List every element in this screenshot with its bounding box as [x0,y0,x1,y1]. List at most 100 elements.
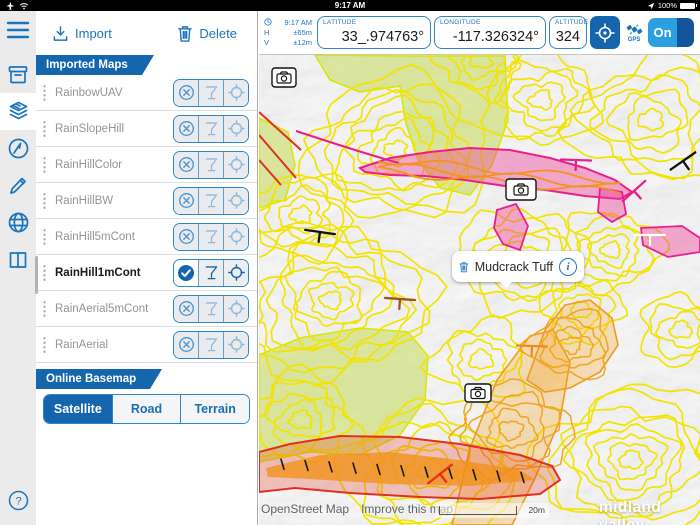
map-layer-row[interactable]: RainHill1mCont [36,255,257,291]
menu-button[interactable] [0,11,36,48]
battery-icon [680,3,695,9]
layer-controls [173,151,249,179]
drag-handle-icon[interactable] [43,156,46,173]
imported-maps-list: RainbowUAVRainSlopeHillRainHillColorRain… [36,75,257,363]
visibility-toggle-button[interactable] [174,224,198,250]
layer-controls [173,79,249,107]
delete-button[interactable]: Delete [177,25,237,42]
longitude-label: LONGITUDE [440,19,481,26]
camera-marker[interactable] [465,384,491,402]
map-layer-name: RainAerial [55,339,173,351]
visibility-toggle-button[interactable] [174,188,198,214]
map-canvas[interactable]: Mudcrack Tuff i OpenStreet Map Improve t… [259,55,700,525]
crosshair-icon [594,22,616,44]
visibility-toggle-button[interactable] [174,116,198,142]
sidebar-item-layers[interactable] [0,93,36,130]
zoom-to-layer-button[interactable] [223,224,248,250]
opacity-button[interactable] [198,260,223,286]
gps-satellite-icon [626,22,643,37]
gps-toggle-knob [677,18,694,47]
camera-marker[interactable] [272,68,296,87]
gps-toggle[interactable]: On [648,18,694,47]
import-label: Import [75,26,112,41]
callout-info-button[interactable]: i [559,258,577,276]
gps-time: 9:17 AM [284,18,312,28]
map-layer-row[interactable]: RainHillBW [36,183,257,219]
archive-box-icon [7,64,29,86]
sidebar-item-notes[interactable] [0,167,36,204]
panel-toolbar: Import Delete [36,11,257,55]
layer-controls [173,115,249,143]
opacity-button[interactable] [198,332,223,358]
basemap-option-terrain[interactable]: Terrain [180,395,249,423]
list-scrollbar[interactable] [35,256,38,294]
visibility-toggle-button[interactable] [174,332,198,358]
drag-handle-icon[interactable] [43,84,46,101]
layer-controls [173,331,249,359]
visibility-toggle-button[interactable] [174,296,198,322]
opacity-button[interactable] [198,80,223,106]
import-button[interactable]: Import [52,25,112,42]
basemap-option-satellite[interactable]: Satellite [44,395,112,423]
status-time: 9:17 AM [0,1,700,10]
drag-handle-icon[interactable] [43,264,46,281]
map-layer-name: RainSlopeHill [55,123,173,135]
midland-valley-watermark: midland valley [599,499,700,525]
basemap-option-road[interactable]: Road [112,395,181,423]
map-layer-name: RainHill5mCont [55,231,173,243]
layer-controls [173,187,249,215]
zoom-to-layer-button[interactable] [223,260,248,286]
map-layer-row[interactable]: RainAerial [36,327,257,363]
sidebar: ? [0,11,36,525]
camera-marker[interactable] [506,179,536,200]
latitude-label: LATITUDE [323,19,356,26]
map-layer-row[interactable]: RainHillColor [36,147,257,183]
opacity-button[interactable] [198,224,223,250]
sidebar-item-notebook[interactable] [0,241,36,278]
callout-delete-icon[interactable] [459,259,469,275]
clock-icon [264,18,272,26]
longitude-field[interactable]: LONGITUDE -117.326324° [434,16,546,49]
help-button[interactable]: ? [0,490,36,511]
drag-handle-icon[interactable] [43,336,46,353]
drag-handle-icon[interactable] [43,120,46,137]
import-icon [52,25,69,42]
map-layer-row[interactable]: RainAerial5mCont [36,291,257,327]
sidebar-item-project[interactable] [0,56,36,93]
visibility-toggle-button[interactable] [174,80,198,106]
center-location-button[interactable] [590,16,620,49]
opacity-button[interactable] [198,116,223,142]
layers-panel: Import Delete Imported Maps RainbowUAVRa… [36,11,258,525]
visibility-toggle-button[interactable] [174,152,198,178]
location-arrow-icon [647,2,655,10]
latitude-field[interactable]: LATITUDE 33_.974763° [317,16,431,49]
latitude-value: 33_.974763° [342,29,424,45]
pencil-icon [7,175,29,197]
opacity-button[interactable] [198,296,223,322]
visibility-toggle-button[interactable] [174,260,198,286]
hamburger-icon [6,21,30,39]
scale-bar: 20m [435,503,549,518]
sidebar-item-compass[interactable] [0,130,36,167]
zoom-to-layer-button[interactable] [223,332,248,358]
altitude-field[interactable]: ALTITUDE 324 [549,16,587,49]
zoom-to-layer-button[interactable] [223,116,248,142]
sidebar-item-web[interactable] [0,204,36,241]
zoom-to-layer-button[interactable] [223,188,248,214]
gps-accuracy-readout: 9:17 AM H±65m V±12m [262,18,314,48]
map-layer-row[interactable]: RainbowUAV [36,75,257,111]
layer-controls [173,295,249,323]
layer-controls [173,223,249,251]
drag-handle-icon[interactable] [43,228,46,245]
drag-handle-icon[interactable] [43,300,46,317]
opacity-button[interactable] [198,152,223,178]
drag-handle-icon[interactable] [43,192,46,209]
zoom-to-layer-button[interactable] [223,296,248,322]
map-layer-row[interactable]: RainHill5mCont [36,219,257,255]
feature-callout: Mudcrack Tuff i [452,251,584,282]
zoom-to-layer-button[interactable] [223,80,248,106]
map-layer-row[interactable]: RainSlopeHill [36,111,257,147]
callout-label: Mudcrack Tuff [475,260,553,274]
zoom-to-layer-button[interactable] [223,152,248,178]
opacity-button[interactable] [198,188,223,214]
